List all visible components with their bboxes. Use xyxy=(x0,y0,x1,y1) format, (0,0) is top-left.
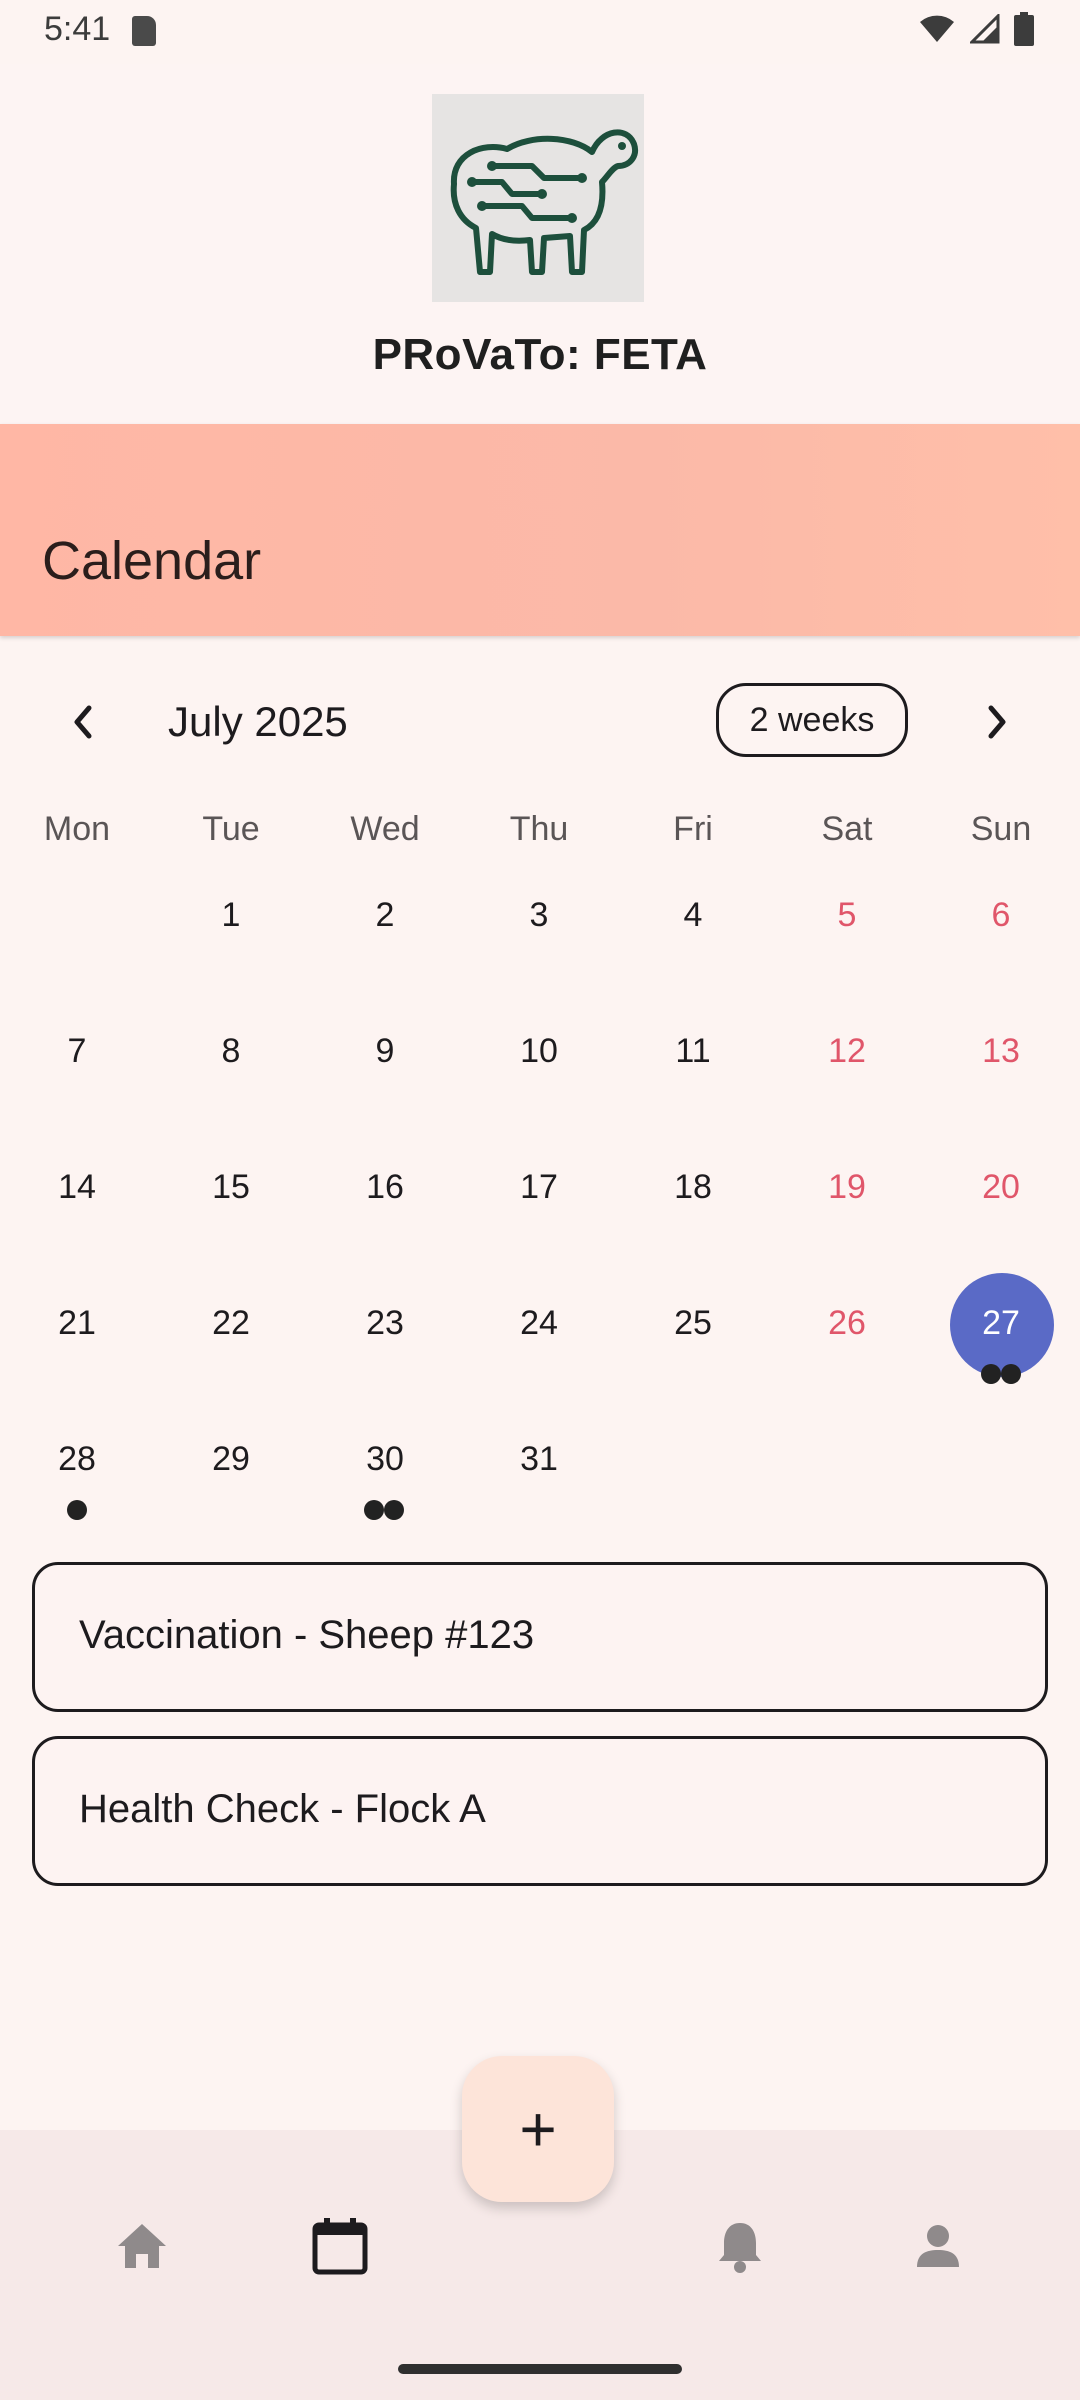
calendar-day[interactable]: 28 xyxy=(0,1440,154,1479)
event-marker-dot xyxy=(384,1500,404,1520)
battery-icon xyxy=(1014,12,1034,46)
event-marker-dot xyxy=(1001,1364,1021,1384)
wifi-icon xyxy=(920,15,954,42)
calendar-day[interactable]: 9 xyxy=(308,1032,462,1071)
add-event-button[interactable]: + xyxy=(462,2056,614,2202)
bell-icon xyxy=(719,2223,761,2273)
calendar-day[interactable]: 30 xyxy=(308,1440,462,1479)
calendar-day[interactable]: 6 xyxy=(924,896,1078,935)
event-title: Vaccination - Sheep #123 xyxy=(79,1613,535,1657)
event-title: Health Check - Flock A xyxy=(79,1787,486,1831)
nav-notifications[interactable] xyxy=(700,2206,780,2286)
plus-icon: + xyxy=(519,2093,557,2165)
nav-calendar[interactable] xyxy=(300,2206,380,2286)
calendar-day[interactable]: 14 xyxy=(0,1168,154,1207)
calendar-day[interactable]: 4 xyxy=(616,896,770,935)
nav-profile[interactable] xyxy=(898,2206,978,2286)
calendar-day[interactable]: 22 xyxy=(154,1304,308,1343)
gesture-home-bar[interactable] xyxy=(398,2364,682,2374)
nav-home[interactable] xyxy=(102,2206,182,2286)
calendar-day[interactable]: 7 xyxy=(0,1032,154,1071)
calendar-day[interactable]: 16 xyxy=(308,1168,462,1207)
calendar-day[interactable]: 12 xyxy=(770,1032,924,1071)
previous-month-button[interactable] xyxy=(54,692,114,752)
app-bar: Calendar xyxy=(0,424,1080,636)
calendar-day[interactable]: 29 xyxy=(154,1440,308,1479)
calendar-day[interactable]: 1 xyxy=(154,896,308,935)
calendar-day[interactable]: 26 xyxy=(770,1304,924,1343)
weekday-label: Fri xyxy=(673,810,713,848)
status-bar: 5:41 xyxy=(0,0,1080,64)
event-marker-dot xyxy=(67,1500,87,1520)
event-marker-dot xyxy=(981,1364,1001,1384)
person-icon xyxy=(917,2225,959,2267)
event-card[interactable]: Vaccination - Sheep #123 xyxy=(32,1562,1048,1712)
calendar-day[interactable]: 10 xyxy=(462,1032,616,1071)
calendar-day[interactable]: 25 xyxy=(616,1304,770,1343)
calendar-day[interactable]: 19 xyxy=(770,1168,924,1207)
weekday-label: Thu xyxy=(509,810,569,848)
sheep-circuit-icon xyxy=(450,129,638,275)
calendar-day[interactable]: 15 xyxy=(154,1168,308,1207)
calendar-header: July 2025 2 weeks xyxy=(0,680,1080,770)
status-time: 5:41 xyxy=(44,10,111,48)
weekday-label: Mon xyxy=(43,810,111,848)
weekday-label: Sun xyxy=(970,810,1032,848)
calendar-day[interactable]: 5 xyxy=(770,896,924,935)
calendar-day[interactable]: 3 xyxy=(462,896,616,935)
calendar-day[interactable]: 24 xyxy=(462,1304,616,1343)
event-card[interactable]: Health Check - Flock A xyxy=(32,1736,1048,1886)
calendar-day[interactable]: 11 xyxy=(616,1032,770,1071)
weekday-label: Wed xyxy=(350,810,420,848)
sheep-logo xyxy=(432,94,644,302)
calendar-day[interactable]: 21 xyxy=(0,1304,154,1343)
status-icons xyxy=(918,12,1034,46)
calendar-day[interactable]: 17 xyxy=(462,1168,616,1207)
calendar-day[interactable]: 18 xyxy=(616,1168,770,1207)
calendar-day[interactable]: 8 xyxy=(154,1032,308,1071)
calendar-day[interactable]: 2 xyxy=(308,896,462,935)
weekday-label: Sat xyxy=(821,810,873,848)
next-month-button[interactable] xyxy=(966,692,1026,752)
month-label: July 2025 xyxy=(168,698,348,745)
sim-card-icon xyxy=(132,16,156,46)
home-icon xyxy=(118,2224,166,2268)
chevron-right-icon xyxy=(988,705,1006,739)
app-title: PRoVaTo: FETA xyxy=(372,330,708,379)
calendar-day[interactable]: 23 xyxy=(308,1304,462,1343)
weekday-label: Tue xyxy=(202,810,260,848)
chevron-left-icon xyxy=(74,705,92,739)
format-toggle-button[interactable]: 2 weeks xyxy=(716,683,908,757)
calendar-icon xyxy=(312,2218,368,2275)
signal-icon xyxy=(970,14,1000,44)
event-marker-dot xyxy=(364,1500,384,1520)
brand-header: PRoVaTo: FETA xyxy=(0,64,1080,424)
calendar-day[interactable]: 20 xyxy=(924,1168,1078,1207)
calendar-day-selected[interactable]: 27 xyxy=(924,1304,1078,1343)
calendar-day[interactable]: 31 xyxy=(462,1440,616,1479)
page-title: Calendar xyxy=(42,531,262,591)
calendar-day[interactable]: 13 xyxy=(924,1032,1078,1071)
